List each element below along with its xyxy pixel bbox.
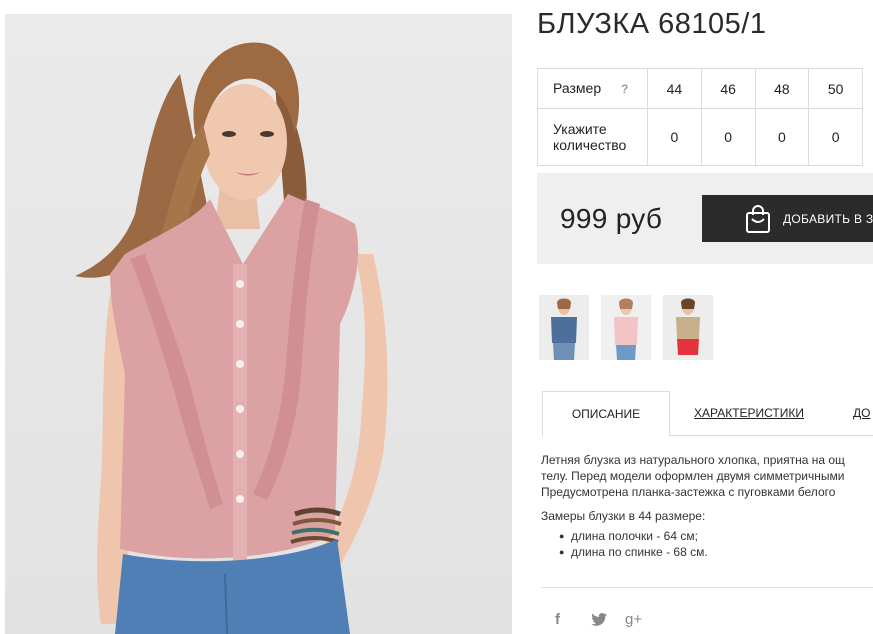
quantity-label-line2: количество bbox=[553, 137, 627, 153]
quantity-label-cell: Укажите количество bbox=[537, 108, 648, 166]
product-description: Летняя блузка из натурального хлопка, пр… bbox=[541, 452, 873, 560]
product-title: БЛУЗКА 68105/1 bbox=[537, 8, 767, 40]
price: 999 руб bbox=[560, 203, 663, 234]
size-row: Размер ? 44 46 48 50 bbox=[537, 68, 863, 109]
size-quantity-table: Размер ? 44 46 48 50 Укажите количество … bbox=[537, 68, 863, 166]
size-label-cell: Размер ? bbox=[537, 68, 648, 109]
measurement-item: длина полочки - 64 см; bbox=[559, 528, 873, 544]
quantity-input-48[interactable]: 0 bbox=[754, 108, 810, 166]
tab-description[interactable]: ОПИСАНИЕ bbox=[542, 391, 670, 437]
product-tabs: ОПИСАНИЕ ХАРАКТЕРИСТИКИ ДО bbox=[542, 391, 873, 437]
twitter-icon[interactable] bbox=[591, 613, 607, 630]
thumbnail-blue[interactable] bbox=[539, 295, 589, 360]
size-44: 44 bbox=[647, 68, 702, 109]
tab-characteristics[interactable]: ХАРАКТЕРИСТИКИ bbox=[694, 391, 804, 435]
size-help-icon[interactable]: ? bbox=[621, 82, 628, 96]
description-line: Предусмотрена планка-застежка с пуговкам… bbox=[541, 485, 836, 499]
quantity-row: Укажите количество 0 0 0 0 bbox=[537, 108, 863, 166]
model-photo bbox=[75, 42, 388, 634]
quantity-input-46[interactable]: 0 bbox=[700, 108, 756, 166]
size-label: Размер bbox=[553, 80, 602, 96]
size-50: 50 bbox=[808, 68, 863, 109]
thumbnail-pink[interactable] bbox=[601, 295, 651, 360]
add-to-cart-label: ДОБАВИТЬ В З bbox=[783, 212, 873, 226]
thumbnail-beige[interactable] bbox=[663, 295, 713, 360]
description-line: телу. Перед модели оформлен двумя симмет… bbox=[541, 469, 845, 483]
tab-delivery[interactable]: ДО bbox=[853, 391, 870, 435]
measurement-item: длина по спинке - 68 см. bbox=[559, 544, 873, 560]
googleplus-icon[interactable]: g+ bbox=[625, 611, 642, 628]
shopping-bag-icon bbox=[745, 204, 771, 237]
add-to-cart-button[interactable]: ДОБАВИТЬ В З bbox=[702, 195, 873, 242]
divider bbox=[541, 587, 873, 588]
size-48: 48 bbox=[754, 68, 810, 109]
quantity-label-line1: Укажите bbox=[553, 121, 607, 137]
measurements-heading: Замеры блузки в 44 размере: bbox=[541, 509, 706, 523]
price-box: 999 руб ДОБАВИТЬ В З bbox=[537, 173, 873, 264]
product-details-panel: БЛУЗКА 68105/1 Размер ? 44 46 48 50 Укаж… bbox=[537, 0, 873, 634]
measurements-list: длина полочки - 64 см; длина по спинке -… bbox=[541, 528, 873, 560]
product-main-image[interactable] bbox=[5, 14, 512, 634]
size-46: 46 bbox=[700, 68, 756, 109]
quantity-input-50[interactable]: 0 bbox=[808, 108, 863, 166]
quantity-input-44[interactable]: 0 bbox=[647, 108, 702, 166]
facebook-icon[interactable]: f bbox=[555, 611, 560, 628]
description-line: Летняя блузка из натурального хлопка, пр… bbox=[541, 453, 845, 467]
